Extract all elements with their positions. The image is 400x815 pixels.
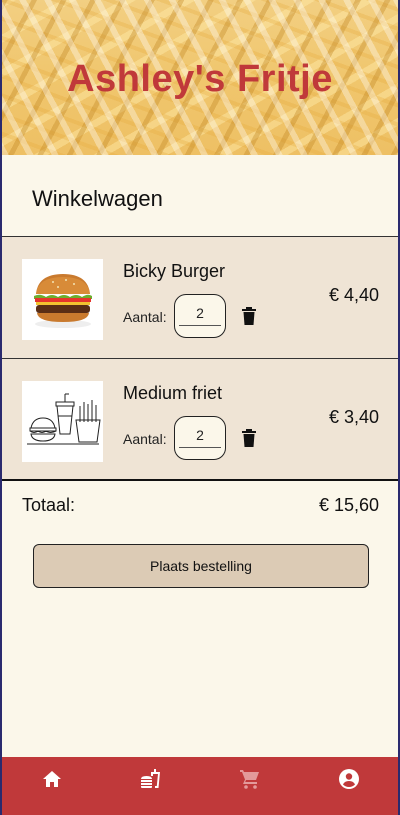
fastfood-icon — [140, 769, 160, 788]
quantity-label: Aantal: — [123, 309, 167, 325]
item-name: Bicky Burger — [123, 261, 226, 281]
nav-home[interactable] — [2, 757, 101, 815]
quantity-value[interactable]: 2 — [179, 305, 221, 326]
quantity-field[interactable]: 2 — [174, 294, 226, 338]
place-order-button[interactable]: Plaats bestelling — [33, 544, 369, 588]
burger-image — [22, 259, 103, 340]
item-price: € 4,40 — [328, 285, 379, 305]
total-value: € 15,60 — [318, 495, 379, 515]
account-icon — [338, 769, 359, 789]
trash-icon[interactable] — [241, 429, 257, 447]
home-icon — [42, 771, 61, 787]
combo-meal-image — [22, 381, 103, 462]
quantity-value[interactable]: 2 — [179, 427, 221, 448]
cart-item: Bicky Burger Aantal: 2 € 4,40 — [2, 236, 398, 359]
quantity-field[interactable]: 2 — [174, 416, 226, 460]
quantity-label: Aantal: — [123, 431, 167, 447]
app-screen: Ashley's Fritje Winkelwagen Bicky Burger… — [2, 0, 398, 815]
trash-icon[interactable] — [241, 307, 257, 325]
cart-icon — [239, 770, 259, 789]
header-banner: Ashley's Fritje — [2, 0, 398, 155]
item-price: € 3,40 — [328, 407, 379, 427]
page-title: Winkelwagen — [32, 186, 163, 211]
total-label: Totaal: — [22, 495, 76, 515]
bottom-navigation — [2, 757, 398, 815]
cart-item: Medium friet Aantal: 2 € 3,40 — [2, 358, 398, 481]
item-name: Medium friet — [123, 383, 223, 403]
nav-account[interactable] — [299, 757, 398, 815]
nav-cart[interactable] — [200, 757, 299, 815]
app-title: Ashley's Fritje — [67, 58, 333, 100]
nav-menu[interactable] — [101, 757, 200, 815]
